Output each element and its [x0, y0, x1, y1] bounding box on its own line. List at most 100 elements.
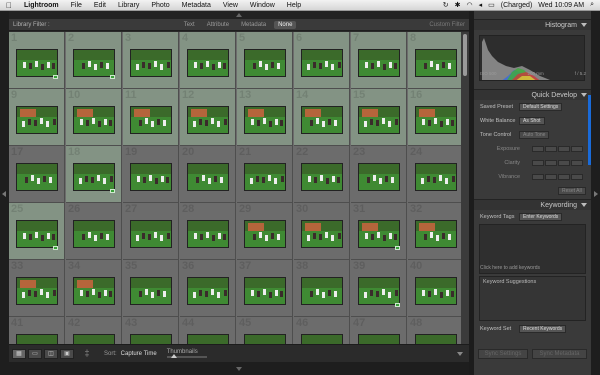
- vibrance-inc[interactable]: [558, 174, 570, 180]
- left-panel-collapsed[interactable]: [0, 11, 9, 375]
- auto-tone-button[interactable]: Auto Tone: [519, 131, 550, 139]
- exposure-dec[interactable]: [545, 146, 557, 152]
- grid-cell[interactable]: 48: [408, 317, 461, 344]
- menu-edit[interactable]: Edit: [88, 2, 112, 9]
- sync-metadata-button[interactable]: Sync Metadata: [532, 349, 587, 359]
- grid-cell[interactable]: 10: [66, 89, 122, 146]
- photo-thumbnail[interactable]: [130, 106, 172, 134]
- clock[interactable]: Wed 10:09 AM: [538, 2, 584, 9]
- grid-cell[interactable]: 46: [294, 317, 350, 344]
- grid-cell[interactable]: 2: [66, 32, 122, 89]
- grid-cell[interactable]: 1: [9, 32, 65, 89]
- add-keywords-hint[interactable]: Click here to add keywords: [480, 265, 540, 271]
- grid-cell[interactable]: 47: [351, 317, 407, 344]
- grid-cell[interactable]: 15: [351, 89, 407, 146]
- photo-thumbnail[interactable]: [187, 220, 229, 248]
- keyword-set-dropdown[interactable]: Recent Keywords: [519, 325, 567, 333]
- grid-cell[interactable]: 28: [180, 203, 236, 260]
- grid-cell[interactable]: 23: [351, 146, 407, 203]
- grid-cell[interactable]: 13: [237, 89, 293, 146]
- sort-dropdown[interactable]: Capture Time: [121, 351, 157, 357]
- collapse-keywording-icon[interactable]: [581, 203, 587, 207]
- histogram-header[interactable]: Histogram: [474, 19, 591, 30]
- grid-scrollbar[interactable]: [461, 32, 469, 344]
- battery-icon[interactable]: ▭: [488, 1, 495, 9]
- reset-all-button[interactable]: Reset All: [558, 187, 586, 195]
- photo-thumbnail[interactable]: [73, 106, 115, 134]
- grid-cell[interactable]: 33: [9, 260, 65, 317]
- menu-library[interactable]: Library: [112, 2, 145, 9]
- photo-thumbnail[interactable]: [415, 334, 457, 344]
- thumbnail-grid[interactable]: 1 2 3 4 5 6 7 8 9 10 11 12 13 14 15 16 17 18 19 20 21 22 23 24 2…: [9, 32, 461, 344]
- photo-thumbnail[interactable]: [244, 334, 286, 344]
- vibrance-stepper[interactable]: [532, 174, 583, 180]
- sync-icon[interactable]: ↻: [443, 1, 449, 9]
- metadata-badge-icon[interactable]: [395, 303, 400, 307]
- toolbar-menu-icon[interactable]: [457, 351, 463, 356]
- photo-thumbnail[interactable]: [301, 220, 343, 248]
- grid-cell[interactable]: 36: [180, 260, 236, 317]
- photo-thumbnail[interactable]: [187, 163, 229, 191]
- metadata-badge-icon[interactable]: [395, 246, 400, 250]
- grid-cell[interactable]: 35: [123, 260, 179, 317]
- menu-photo[interactable]: Photo: [145, 2, 175, 9]
- thumbnail-size-slider-knob[interactable]: [170, 354, 177, 358]
- metadata-badge-icon[interactable]: [110, 189, 115, 193]
- grid-cell[interactable]: 16: [408, 89, 461, 146]
- photo-thumbnail[interactable]: [187, 49, 229, 77]
- photo-thumbnail[interactable]: [16, 220, 58, 248]
- photo-thumbnail[interactable]: [244, 277, 286, 305]
- grid-cell[interactable]: 21: [237, 146, 293, 203]
- clarity-inc-large[interactable]: [571, 160, 583, 166]
- exposure-stepper[interactable]: [532, 146, 583, 152]
- photo-thumbnail[interactable]: [16, 277, 58, 305]
- photo-thumbnail[interactable]: [358, 49, 400, 77]
- spotlight-icon[interactable]: ⌕: [590, 1, 594, 9]
- grid-cell[interactable]: 43: [123, 317, 179, 344]
- photo-thumbnail[interactable]: [415, 106, 457, 134]
- photo-thumbnail[interactable]: [244, 220, 286, 248]
- exposure-inc[interactable]: [558, 146, 570, 152]
- filter-none[interactable]: None: [274, 20, 297, 29]
- keywording-header[interactable]: Keywording: [474, 199, 591, 210]
- grid-cell[interactable]: 18: [66, 146, 122, 203]
- photo-thumbnail[interactable]: [73, 220, 115, 248]
- photo-thumbnail[interactable]: [358, 334, 400, 344]
- menu-app-name[interactable]: Lightroom: [18, 2, 65, 9]
- photo-thumbnail[interactable]: [16, 49, 58, 77]
- photo-thumbnail[interactable]: [187, 277, 229, 305]
- photo-thumbnail[interactable]: [16, 163, 58, 191]
- metadata-badge-icon[interactable]: [53, 75, 58, 79]
- photo-thumbnail[interactable]: [301, 277, 343, 305]
- photo-thumbnail[interactable]: [187, 334, 229, 344]
- menu-file[interactable]: File: [65, 2, 88, 9]
- filmstrip-toggle[interactable]: [9, 362, 469, 375]
- photo-thumbnail[interactable]: [244, 106, 286, 134]
- photo-thumbnail[interactable]: [16, 334, 58, 344]
- clarity-inc[interactable]: [558, 160, 570, 166]
- saved-preset-dropdown[interactable]: Default Settings: [519, 103, 563, 111]
- top-panel-toggle[interactable]: [9, 11, 469, 19]
- menu-view[interactable]: View: [217, 2, 244, 9]
- photo-thumbnail[interactable]: [301, 49, 343, 77]
- menu-metadata[interactable]: Metadata: [176, 2, 217, 9]
- vibrance-dec-large[interactable]: [532, 174, 544, 180]
- collapse-histogram-icon[interactable]: [581, 23, 587, 27]
- clarity-dec-large[interactable]: [532, 160, 544, 166]
- clarity-dec[interactable]: [545, 160, 557, 166]
- photo-thumbnail[interactable]: [358, 106, 400, 134]
- photo-thumbnail[interactable]: [130, 277, 172, 305]
- thumbnail-size-slider[interactable]: [166, 354, 207, 358]
- photo-thumbnail[interactable]: [358, 220, 400, 248]
- photo-thumbnail[interactable]: [301, 334, 343, 344]
- expand-top-panel-icon[interactable]: [236, 13, 242, 17]
- photo-thumbnail[interactable]: [244, 49, 286, 77]
- grid-cell[interactable]: 20: [180, 146, 236, 203]
- filter-metadata[interactable]: Metadata: [237, 21, 270, 29]
- apple-icon[interactable]: : [0, 1, 18, 10]
- grid-cell[interactable]: 29: [237, 203, 293, 260]
- exposure-inc-large[interactable]: [571, 146, 583, 152]
- menu-help[interactable]: Help: [281, 2, 307, 9]
- grid-cell[interactable]: 34: [66, 260, 122, 317]
- photo-thumbnail[interactable]: [301, 163, 343, 191]
